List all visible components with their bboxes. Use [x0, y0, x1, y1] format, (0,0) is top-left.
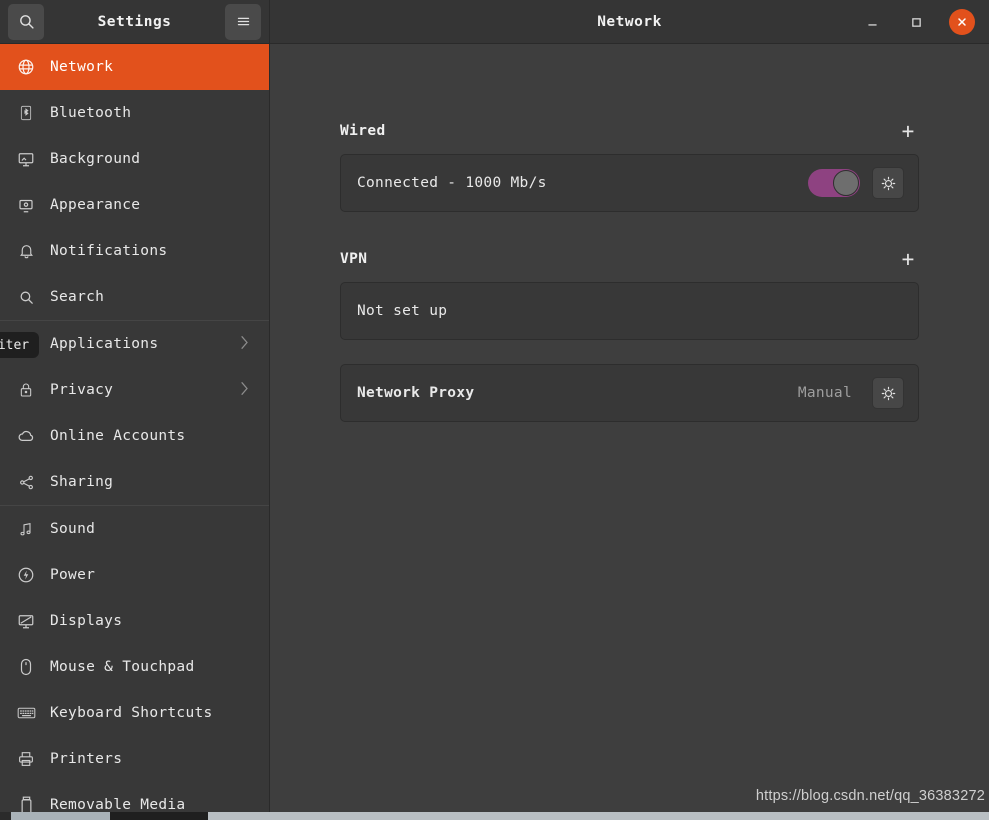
close-icon: [958, 18, 966, 26]
chevron-right-icon: [240, 335, 249, 354]
sidebar-item-label: Appearance: [50, 197, 141, 213]
sidebar-item-label: Mouse & Touchpad: [50, 659, 195, 675]
window-headerbar: Settings Network: [0, 0, 989, 44]
search-icon: [19, 15, 34, 29]
sidebar-item-label: Network: [50, 59, 114, 75]
sidebar-item-label: Online Accounts: [50, 428, 186, 444]
sidebar-item-sharing[interactable]: Sharing: [0, 459, 269, 505]
content-headerbar: Network: [270, 0, 989, 43]
appearance-icon: [16, 195, 36, 215]
sidebar-item-label: Printers: [50, 751, 123, 767]
power-icon: [16, 565, 36, 585]
tooltip-text: riter: [0, 337, 30, 353]
add-wired-connection-button[interactable]: +: [897, 120, 919, 142]
settings-content: Wired + Connected - 1000 Mb/s VPN + Not …: [270, 44, 989, 812]
watermark: https://blog.csdn.net/qq_36383272: [751, 786, 989, 806]
sidebar-item-label: Background: [50, 151, 141, 167]
sidebar-item-applications[interactable]: Applications: [0, 321, 269, 367]
gear-icon: [881, 176, 895, 190]
wired-settings-button[interactable]: [872, 167, 904, 199]
bluetooth-icon: [16, 103, 36, 123]
section-header-wired: Wired +: [340, 120, 919, 142]
sidebar-item-label: Privacy: [50, 382, 114, 398]
sidebar-item-label: Search: [50, 289, 105, 305]
keyboard-icon: [16, 703, 36, 723]
wired-connection-row[interactable]: Connected - 1000 Mb/s: [340, 154, 919, 212]
sidebar-item-network[interactable]: Network: [0, 44, 269, 90]
sidebar-item-label: Keyboard Shortcuts: [50, 705, 213, 721]
network-proxy-row[interactable]: Network Proxy Manual: [340, 364, 919, 422]
settings-sidebar[interactable]: Network Bluetooth Background Appearance …: [0, 44, 270, 812]
hamburger-menu-icon: [237, 17, 249, 26]
sidebar-item-appearance[interactable]: Appearance: [0, 182, 269, 228]
lock-icon: [16, 380, 36, 400]
cloud-icon: [16, 426, 36, 446]
sidebar-item-label: Sound: [50, 521, 96, 537]
wired-status-label: Connected - 1000 Mb/s: [357, 175, 547, 191]
desktop-taskbar[interactable]: [0, 811, 989, 820]
taskbar-item[interactable]: [0, 811, 110, 820]
window-body: Network Bluetooth Background Appearance …: [0, 44, 989, 812]
search-button[interactable]: [8, 3, 44, 40]
vpn-status-row[interactable]: Not set up: [340, 282, 919, 340]
sidebar-item-label: Bluetooth: [50, 105, 132, 121]
network-proxy-value: Manual: [797, 385, 852, 401]
bell-icon: [16, 241, 36, 261]
section-title: Wired: [340, 123, 386, 139]
sidebar-item-mouse-touchpad[interactable]: Mouse & Touchpad: [0, 644, 269, 690]
sidebar-item-search[interactable]: Search: [0, 274, 269, 320]
sidebar-item-label: Sharing: [50, 474, 114, 490]
monitor-icon: [16, 149, 36, 169]
mouse-icon: [16, 657, 36, 677]
search-icon: [16, 287, 36, 307]
settings-window: Settings Network Network Bluetooth Backg…: [0, 0, 989, 812]
music-note-icon: [16, 519, 36, 539]
usb-drive-icon: [16, 795, 36, 812]
sidebar-item-sound[interactable]: Sound: [0, 506, 269, 552]
sidebar-item-label: Displays: [50, 613, 123, 629]
taskbar-item-active[interactable]: [110, 811, 208, 820]
sidebar-item-keyboard-shortcuts[interactable]: Keyboard Shortcuts: [0, 690, 269, 736]
sidebar-item-notifications[interactable]: Notifications: [0, 228, 269, 274]
taskbar-item[interactable]: [208, 811, 989, 820]
gear-icon: [881, 386, 895, 400]
add-vpn-connection-button[interactable]: +: [897, 248, 919, 270]
sidebar-item-displays[interactable]: Displays: [0, 598, 269, 644]
printer-icon: [16, 749, 36, 769]
network-proxy-settings-button[interactable]: [872, 377, 904, 409]
close-button[interactable]: [949, 9, 975, 35]
display-icon: [16, 611, 36, 631]
sidebar-item-label: Power: [50, 567, 96, 583]
sidebar-item-label: Removable Media: [50, 797, 186, 812]
sidebar-item-bluetooth[interactable]: Bluetooth: [0, 90, 269, 136]
share-icon: [16, 472, 36, 492]
sidebar-item-online-accounts[interactable]: Online Accounts: [0, 413, 269, 459]
maximize-button[interactable]: [905, 11, 927, 33]
main-menu-button[interactable]: [225, 3, 261, 40]
sidebar-item-privacy[interactable]: Privacy: [0, 367, 269, 413]
sidebar-item-label: Notifications: [50, 243, 168, 259]
sidebar-item-removable-media[interactable]: Removable Media: [0, 782, 269, 812]
minimize-button[interactable]: [861, 11, 883, 33]
sidebar-item-background[interactable]: Background: [0, 136, 269, 182]
globe-icon: [16, 57, 36, 77]
tooltip: riter: [0, 332, 40, 358]
section-title: VPN: [340, 251, 368, 267]
sidebar-item-label: Applications: [50, 336, 159, 352]
minimize-icon: [867, 23, 877, 26]
sidebar-headerbar: Settings: [0, 0, 270, 43]
sidebar-item-printers[interactable]: Printers: [0, 736, 269, 782]
toggle-knob: [833, 170, 859, 196]
sidebar-item-power[interactable]: Power: [0, 552, 269, 598]
network-proxy-label: Network Proxy: [357, 385, 475, 401]
chevron-right-icon: [240, 381, 249, 400]
window-controls: [861, 0, 975, 44]
vpn-status-label: Not set up: [357, 303, 448, 319]
maximize-icon: [911, 17, 921, 27]
wired-toggle-switch[interactable]: [808, 169, 860, 197]
section-header-vpn: VPN +: [340, 248, 919, 270]
